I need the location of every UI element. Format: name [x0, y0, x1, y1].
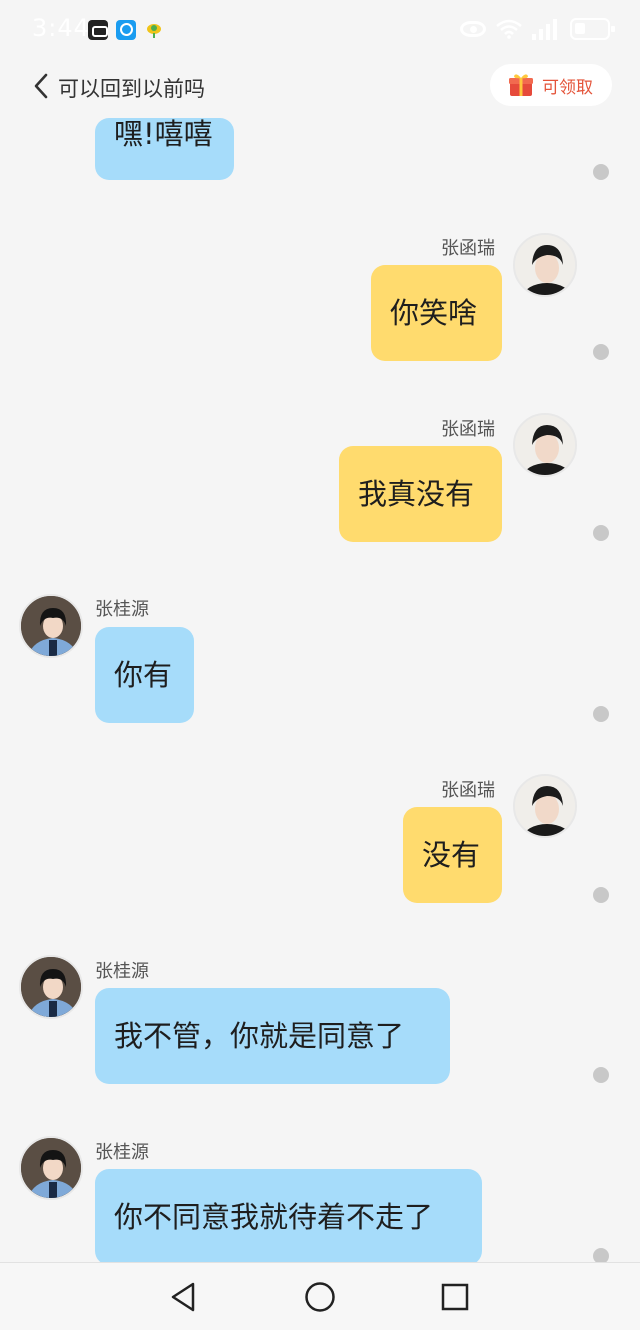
message-text: 我不管，你就是同意了	[114, 1019, 405, 1053]
message-text: 我真没有	[358, 477, 475, 511]
avatar-zhang-hanrui[interactable]	[513, 233, 577, 297]
reward-label: 可领取	[542, 77, 593, 98]
avatar-zhang-hanrui[interactable]	[513, 413, 577, 477]
sender-name: 张函瑞	[441, 780, 495, 801]
sender-name: 张桂源	[95, 1142, 149, 1163]
eye-icon	[460, 21, 486, 37]
message-status-dot	[593, 887, 609, 903]
message-status-dot	[593, 1067, 609, 1083]
recents-square-icon[interactable]	[437, 1279, 473, 1315]
message-status-dot	[593, 344, 609, 360]
message-status-dot	[593, 706, 609, 722]
message-bubble[interactable]: 你不同意我就待着不走了	[95, 1169, 482, 1262]
bird-app-icon	[144, 20, 164, 40]
battery-icon	[570, 18, 615, 40]
gift-icon	[508, 73, 534, 97]
chat-title: 可以回到以前吗	[58, 77, 205, 101]
message-bubble[interactable]: 嘿!嘻嘻	[95, 118, 234, 180]
status-bar: 3:44	[0, 0, 640, 60]
message-status-dot	[593, 164, 609, 180]
message-list[interactable]: 嘿!嘻嘻 张函瑞 你笑啥 张函瑞 我真没有 张桂源 你有 张函瑞 没有 张桂源 …	[0, 0, 640, 1262]
chat-screen: 嘿!嘻嘻 张函瑞 你笑啥 张函瑞 我真没有 张桂源 你有 张函瑞 没有 张桂源 …	[0, 0, 640, 1330]
message-text: 嘿!嘻嘻	[114, 117, 213, 151]
message-text: 你不同意我就待着不走了	[114, 1200, 434, 1234]
message-bubble[interactable]: 你有	[95, 627, 194, 723]
avatar-zhang-guiyuan[interactable]	[19, 594, 83, 658]
home-circle-icon[interactable]	[302, 1279, 338, 1315]
message-bubble[interactable]: 没有	[403, 807, 502, 903]
message-text: 没有	[422, 838, 481, 872]
reward-claim-button[interactable]: 可领取	[490, 64, 612, 106]
message-bubble[interactable]: 我真没有	[339, 446, 502, 542]
message-bubble[interactable]: 你笑啥	[371, 265, 502, 361]
avatar-zhang-guiyuan[interactable]	[19, 1136, 83, 1200]
chat-header: 可以回到以前吗 可领取	[0, 60, 640, 114]
status-icons	[460, 18, 615, 40]
avatar-zhang-hanrui[interactable]	[513, 774, 577, 838]
search-app-icon	[116, 20, 136, 40]
signal-icon	[532, 18, 560, 40]
message-text: 你笑啥	[390, 296, 478, 330]
sender-name: 张桂源	[95, 599, 149, 620]
message-status-dot	[593, 1248, 609, 1262]
status-time: 3:44	[32, 14, 90, 42]
sender-name: 张桂源	[95, 961, 149, 982]
chevron-left-icon	[34, 73, 48, 99]
system-nav-bar	[0, 1262, 640, 1330]
message-text: 你有	[114, 658, 173, 692]
message-status-dot	[593, 525, 609, 541]
back-button[interactable]	[30, 70, 60, 102]
back-triangle-icon[interactable]	[165, 1279, 201, 1315]
sender-name: 张函瑞	[441, 419, 495, 440]
avatar-zhang-guiyuan[interactable]	[19, 955, 83, 1019]
message-bubble[interactable]: 我不管，你就是同意了	[95, 988, 450, 1084]
sender-name: 张函瑞	[441, 238, 495, 259]
wifi-icon	[496, 19, 522, 39]
message-app-icon	[88, 20, 108, 40]
